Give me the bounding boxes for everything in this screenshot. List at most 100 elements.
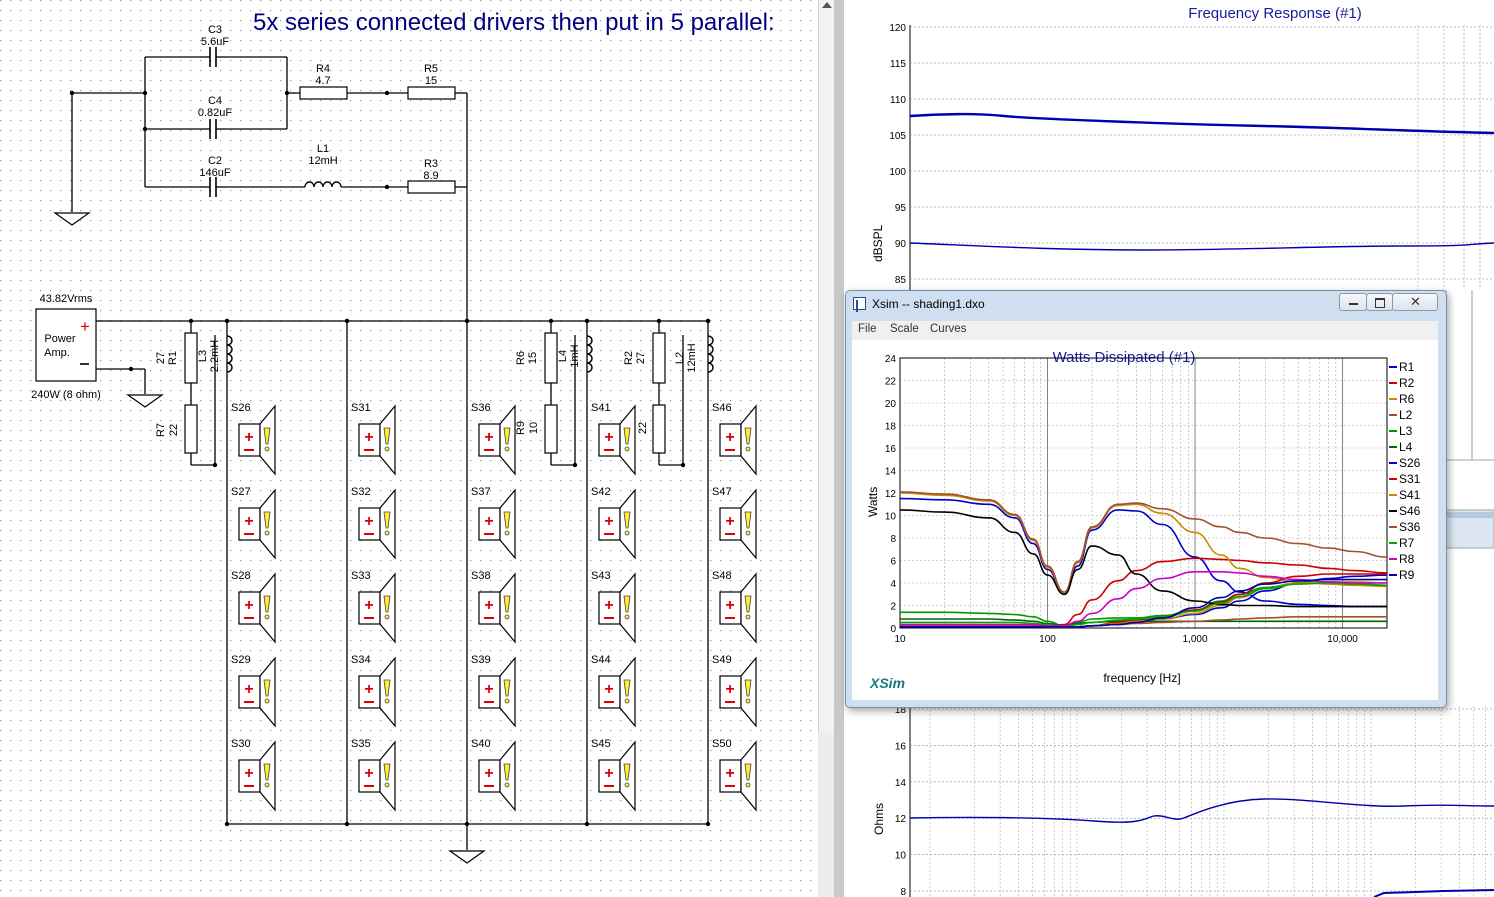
junction-dot bbox=[705, 821, 711, 827]
component-label: 0.82uF bbox=[198, 107, 233, 119]
junction-dot bbox=[384, 184, 390, 190]
speaker-label: S43 bbox=[591, 570, 611, 582]
speaker-warning-dot-icon bbox=[264, 614, 270, 620]
junction-dot bbox=[344, 821, 350, 827]
component-label: 5.6uF bbox=[201, 36, 229, 48]
speaker-label: S44 bbox=[591, 654, 611, 666]
speaker-label: S38 bbox=[471, 570, 491, 582]
junction-dot bbox=[584, 318, 590, 324]
speaker-warning-dot-icon bbox=[745, 698, 751, 704]
scroll-up-arrow-icon[interactable] bbox=[822, 2, 832, 8]
legend-label-s41: S41 bbox=[1399, 488, 1421, 502]
xsim-brand: XSim bbox=[869, 675, 905, 691]
component-label: C3 bbox=[208, 24, 222, 36]
series-line-s46 bbox=[899, 509, 1387, 608]
ytick-label: 6 bbox=[890, 557, 896, 568]
component-label: 4.7 bbox=[315, 75, 330, 87]
legend-label-r2: R2 bbox=[1399, 376, 1415, 390]
watts-dissipated-chart[interactable]: Watts Dissipated (#1) 024681012141618202… bbox=[852, 340, 1438, 700]
junction-dot bbox=[464, 318, 470, 324]
maximize-button[interactable] bbox=[1366, 293, 1393, 311]
ytick-label: 24 bbox=[885, 354, 897, 365]
junction-dot bbox=[584, 821, 590, 827]
component-label: R4 bbox=[316, 63, 330, 75]
speaker-warning-dot-icon bbox=[384, 530, 390, 536]
ytick-label: 12 bbox=[885, 489, 897, 500]
speaker-label: S37 bbox=[471, 486, 491, 498]
speaker-warning-dot-icon bbox=[745, 782, 751, 788]
speaker-label: S46 bbox=[712, 402, 732, 414]
chart-xlabel: frequency [Hz] bbox=[1103, 671, 1180, 685]
speaker-warning-dot-icon bbox=[384, 614, 390, 620]
speaker-warning-dot-icon bbox=[504, 446, 510, 452]
xsim-titlebar[interactable]: Xsim -- shading1.dxo ✕ bbox=[846, 291, 1446, 317]
ytick-label: 90 bbox=[895, 239, 907, 250]
speaker-plus-icon: + bbox=[364, 597, 373, 614]
speaker-label: S35 bbox=[351, 738, 371, 750]
xsim-window[interactable]: Xsim -- shading1.dxo ✕ File Scale Curves… bbox=[845, 290, 1447, 708]
menu-curves[interactable]: Curves bbox=[930, 323, 966, 335]
speaker-label: S45 bbox=[591, 738, 611, 750]
resistor-icon bbox=[407, 180, 456, 194]
speaker-label: S40 bbox=[471, 738, 491, 750]
component-label: R6 bbox=[515, 351, 527, 365]
resistor-icon bbox=[544, 332, 558, 384]
ytick-label: 8 bbox=[890, 534, 896, 545]
legend-label-l2: L2 bbox=[1399, 408, 1413, 422]
ytick-label: 8 bbox=[900, 887, 906, 897]
close-button[interactable]: ✕ bbox=[1392, 293, 1438, 311]
legend-label-s36: S36 bbox=[1399, 520, 1421, 534]
ytick-label: 18 bbox=[885, 422, 897, 433]
speaker-label: S32 bbox=[351, 486, 371, 498]
resistor-icon bbox=[407, 86, 456, 100]
schematic-canvas[interactable]: 5x series connected drivers then put in … bbox=[0, 0, 818, 897]
ytick-label: 10 bbox=[885, 512, 897, 523]
ytick-label: 110 bbox=[890, 95, 906, 106]
ytick-label: 115 bbox=[890, 59, 906, 70]
speaker-warning-dot-icon bbox=[624, 614, 630, 620]
speaker-warning-dot-icon bbox=[504, 698, 510, 704]
freq-response-title: Frequency Response (#1) bbox=[1188, 5, 1361, 22]
menu-scale[interactable]: Scale bbox=[890, 323, 919, 335]
component-label: R9 bbox=[515, 421, 527, 435]
resistor-icon bbox=[652, 332, 666, 384]
chart-series bbox=[899, 491, 1388, 628]
component-label: L1 bbox=[317, 143, 329, 155]
speaker-label: S48 bbox=[712, 570, 732, 582]
ytick-label: 85 bbox=[895, 275, 907, 286]
ytick-label: 105 bbox=[889, 131, 906, 142]
junction-dot bbox=[224, 821, 230, 827]
xsim-menubar: File Scale Curves bbox=[852, 321, 1438, 341]
component-label: 10 bbox=[528, 422, 540, 434]
speaker-warning-dot-icon bbox=[745, 446, 751, 452]
component-label: 240W (8 ohm) bbox=[31, 389, 101, 401]
xtick-label: 10,000 bbox=[1327, 634, 1358, 645]
speaker-plus-icon: + bbox=[364, 765, 373, 782]
component-label: 12mH bbox=[308, 155, 337, 167]
junction-dot bbox=[384, 90, 390, 96]
junction-dot bbox=[705, 318, 711, 324]
component-label: R7 bbox=[155, 423, 167, 437]
watts-chart-panel: Watts Dissipated (#1) 0 2 4 6 8 10 12 14 16 18 20 2… bbox=[852, 340, 1438, 700]
window-divider bbox=[834, 0, 844, 897]
ytick-label: 20 bbox=[885, 399, 897, 410]
component-label: Power bbox=[44, 333, 76, 345]
component-label: 8.9 bbox=[423, 170, 438, 182]
legend-label-s26: S26 bbox=[1399, 456, 1421, 470]
minimize-button[interactable] bbox=[1339, 293, 1367, 311]
resistor-icon bbox=[652, 404, 666, 454]
speaker-plus-icon: + bbox=[604, 681, 613, 698]
speaker-plus-icon: + bbox=[604, 429, 613, 446]
speaker-plus-icon: + bbox=[725, 513, 734, 530]
component-label: 15 bbox=[425, 75, 437, 87]
legend-label-r6: R6 bbox=[1399, 392, 1415, 406]
junction-dot bbox=[69, 90, 75, 96]
component-label: R5 bbox=[424, 63, 438, 75]
speaker-plus-icon: + bbox=[244, 513, 253, 530]
speaker-warning-dot-icon bbox=[264, 782, 270, 788]
menu-file[interactable]: File bbox=[858, 323, 877, 335]
chart-ticks: 02468101214161820222410 100 1,000 10,000 bbox=[885, 354, 1358, 645]
ytick-label: 120 bbox=[889, 23, 906, 34]
ytick-label: 14 bbox=[895, 778, 907, 789]
schematic-scrollbar[interactable] bbox=[818, 0, 835, 733]
